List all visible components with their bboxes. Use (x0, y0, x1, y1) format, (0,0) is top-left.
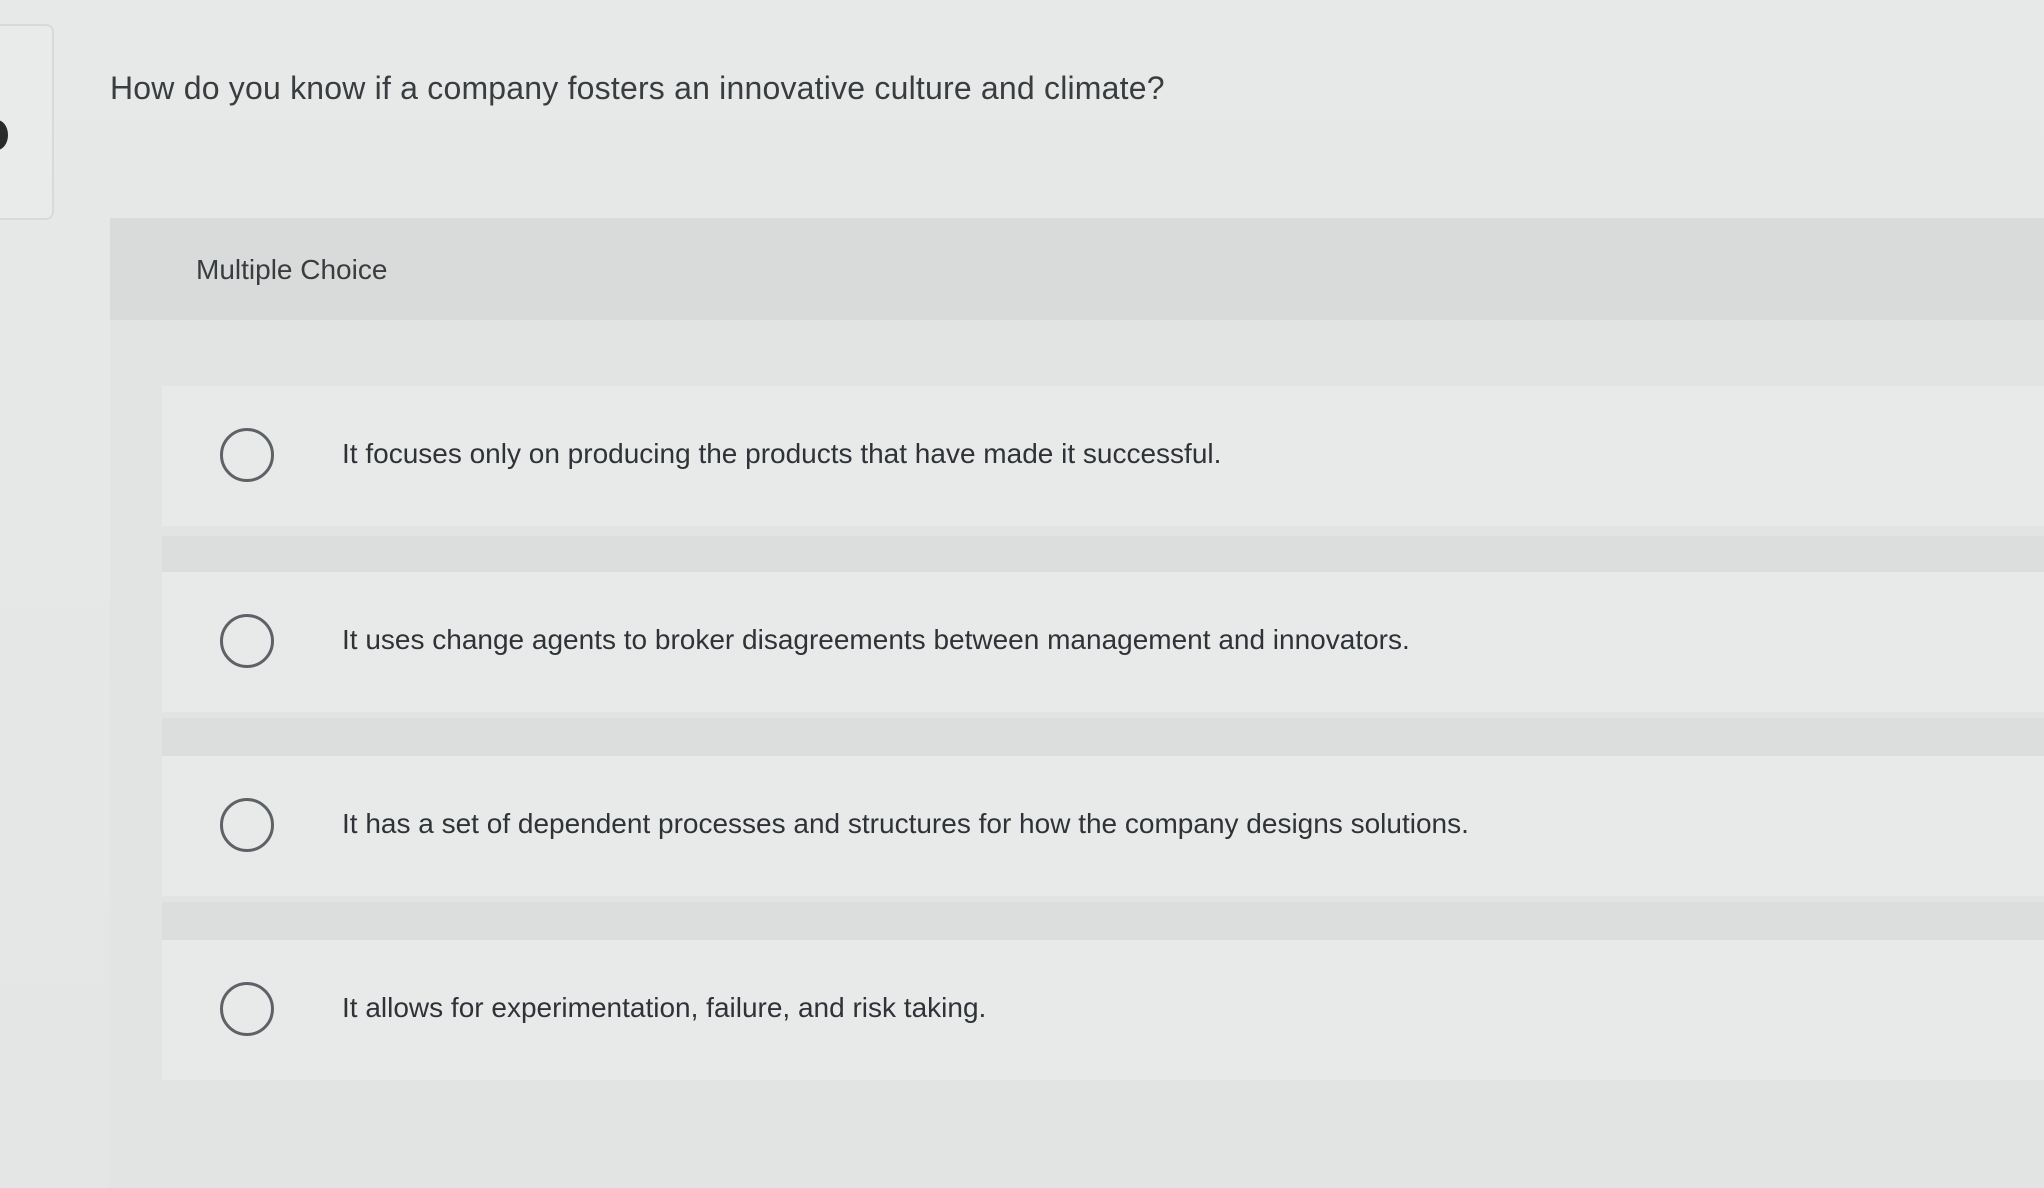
side-panel (0, 24, 54, 220)
answer-option-3[interactable]: It has a set of dependent processes and … (162, 756, 2044, 896)
answer-option-2[interactable]: It uses change agents to broker disagree… (162, 572, 2044, 712)
answer-option-text[interactable]: It uses change agents to broker disagree… (342, 624, 1410, 656)
answer-option-text[interactable]: It allows for experimentation, failure, … (342, 992, 986, 1024)
radio-button-1[interactable] (220, 428, 274, 482)
answer-option-1[interactable]: It focuses only on producing the product… (162, 386, 2044, 526)
question-type-label: Multiple Choice (196, 254, 388, 285)
radio-button-2[interactable] (220, 614, 274, 668)
answer-option-4[interactable]: It allows for experimentation, failure, … (162, 940, 2044, 1080)
multiple-choice-card: Multiple Choice It focuses only on produ… (110, 218, 2044, 1188)
radio-button-4[interactable] (220, 982, 274, 1036)
answer-option-text[interactable]: It has a set of dependent processes and … (342, 808, 1469, 840)
answer-option-text[interactable]: It focuses only on producing the product… (342, 438, 1221, 470)
quiz-page: How do you know if a company fosters an … (0, 0, 2044, 1188)
question-text: How do you know if a company fosters an … (110, 70, 1165, 106)
radio-button-3[interactable] (220, 798, 274, 852)
card-header: Multiple Choice (110, 218, 2044, 320)
